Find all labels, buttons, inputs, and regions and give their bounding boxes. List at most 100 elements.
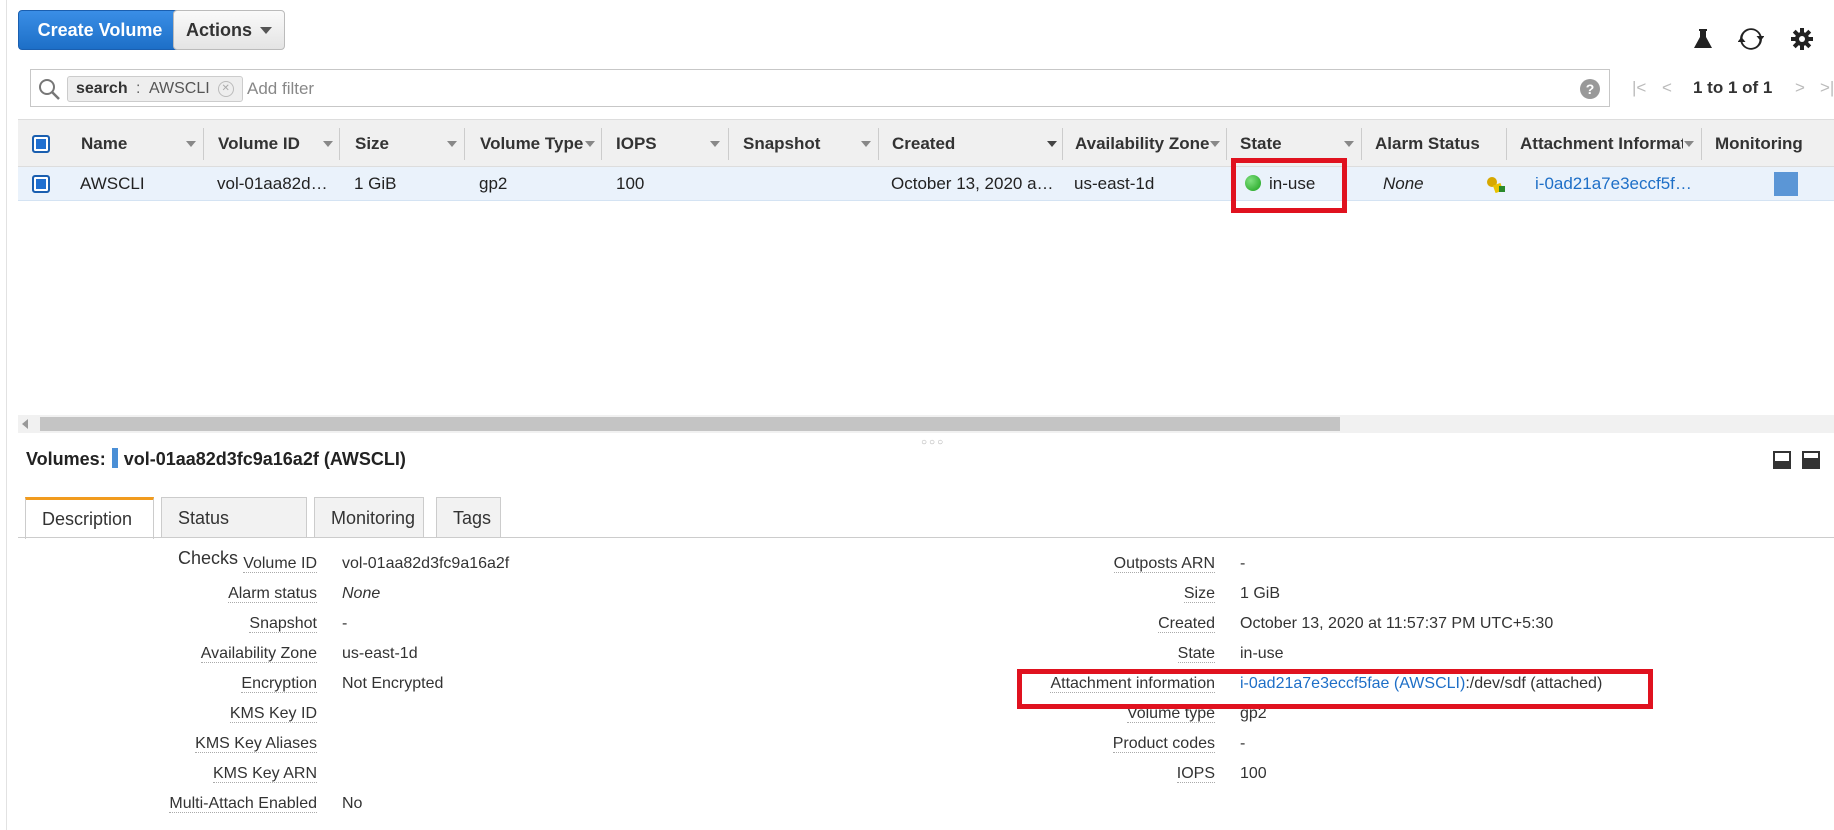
detail-prefix: Volumes:	[26, 449, 106, 469]
value-multi-attach: No	[342, 795, 363, 812]
value-availability-zone: us-east-1d	[342, 645, 418, 662]
col-volume-id[interactable]: Volume ID	[218, 120, 313, 168]
create-volume-button[interactable]: Create Volume	[18, 10, 182, 50]
next-page-icon[interactable]: >	[1795, 78, 1805, 98]
value-outposts-arn: -	[1240, 555, 1246, 572]
label-iops: IOPS	[1176, 765, 1215, 783]
label-state: State	[1177, 645, 1215, 663]
attachment-highlight-box	[1017, 669, 1653, 709]
horizontal-scrollbar[interactable]	[18, 415, 1834, 433]
panel-layout-half-icon[interactable]	[1802, 451, 1820, 469]
refresh-icon[interactable]	[1738, 26, 1764, 52]
value-created: October 13, 2020 at 11:57:37 PM UTC+5:30	[1240, 615, 1554, 632]
flask-icon[interactable]	[1690, 26, 1716, 52]
label-multi-attach: Multi-Attach Enabled	[169, 795, 317, 813]
cell-size: 1 GiB	[354, 174, 397, 193]
value-alarm-status: None	[342, 585, 381, 602]
filter-bar[interactable]: search : AWSCLI ✕ Add filter ?	[30, 69, 1610, 107]
actions-dropdown-button[interactable]: Actions	[173, 10, 285, 50]
search-icon	[39, 79, 60, 100]
chevron-down-icon	[260, 26, 272, 34]
table-row[interactable]: AWSCLI vol-01aa82d… 1 GiB gp2 100 Octobe…	[18, 167, 1834, 201]
help-icon[interactable]: ?	[1579, 78, 1601, 100]
label-created: Created	[1158, 615, 1215, 633]
value-volume-id: vol-01aa82d3fc9a16a2f	[342, 555, 510, 572]
label-product-codes: Product codes	[1112, 735, 1215, 753]
sort-desc-icon[interactable]	[1047, 141, 1057, 147]
tab-description[interactable]: Description	[25, 497, 154, 539]
panel-layout-bottom-icon[interactable]	[1773, 451, 1791, 469]
col-created[interactable]: Created	[892, 120, 992, 168]
cell-snapshot	[743, 167, 863, 201]
cell-volume-id: vol-01aa82d…	[217, 174, 328, 193]
cell-iops: 100	[616, 174, 645, 193]
cell-created: October 13, 2020 at…	[891, 174, 1056, 193]
pager-text: 1 to 1 of 1	[1693, 78, 1773, 97]
sort-icon[interactable]	[1684, 141, 1694, 147]
value-product-codes: -	[1240, 735, 1246, 752]
col-iops[interactable]: IOPS	[616, 120, 696, 168]
sort-icon[interactable]	[585, 141, 595, 147]
cell-attachment-link[interactable]: i-0ad21a7e3eccf5fae…	[1535, 167, 1700, 201]
create-alarm-icon[interactable]	[1485, 174, 1507, 196]
filter-chip[interactable]: search : AWSCLI ✕	[67, 76, 243, 102]
value-iops: 100	[1240, 765, 1267, 782]
label-outposts-arn: Outposts ARN	[1113, 555, 1215, 573]
filter-chip-value: AWSCLI	[148, 80, 210, 97]
tab-status-checks[interactable]: Status Checks	[161, 497, 307, 568]
sort-icon[interactable]	[861, 141, 871, 147]
filter-chip-separator: :	[131, 80, 145, 97]
monitoring-graph-icon[interactable]	[1774, 172, 1798, 196]
sort-icon[interactable]	[1210, 141, 1220, 147]
label-kms-key-aliases: KMS Key Aliases	[195, 735, 317, 753]
tab-monitoring[interactable]: Monitoring	[314, 497, 424, 537]
sort-icon[interactable]	[186, 141, 196, 147]
gear-icon[interactable]	[1789, 26, 1815, 52]
sort-icon[interactable]	[447, 141, 457, 147]
label-kms-key-id: KMS Key ID	[229, 705, 317, 723]
first-page-icon[interactable]: |<	[1632, 78, 1646, 98]
detail-title: Volumes: vol-01aa82d3fc9a16a2f (AWSCLI)	[26, 448, 406, 470]
page-edge	[6, 0, 7, 830]
sort-icon[interactable]	[710, 141, 720, 147]
col-availability-zone[interactable]: Availability Zone	[1075, 120, 1210, 168]
resize-handle-icon[interactable]: ○○○	[921, 437, 945, 448]
value-state: in-use	[1240, 645, 1284, 662]
sort-icon[interactable]	[1344, 141, 1354, 147]
col-monitoring[interactable]: Monitoring	[1715, 120, 1825, 168]
col-size[interactable]: Size	[355, 120, 435, 168]
actions-label: Actions	[185, 19, 252, 40]
label-alarm-status: Alarm status	[228, 585, 317, 603]
row-checkbox[interactable]	[32, 175, 50, 193]
filter-chip-key: search	[76, 80, 128, 97]
value-encryption: Not Encrypted	[342, 675, 444, 692]
label-encryption: Encryption	[241, 675, 317, 693]
cell-availability-zone: us-east-1d	[1074, 174, 1155, 193]
remove-chip-icon[interactable]: ✕	[217, 81, 234, 97]
col-volume-type[interactable]: Volume Type	[480, 120, 600, 168]
prev-page-icon[interactable]: <	[1662, 78, 1672, 98]
tab-tags[interactable]: Tags	[436, 497, 501, 537]
col-name[interactable]: Name	[81, 120, 181, 168]
scroll-left-icon[interactable]	[22, 419, 28, 429]
filter-input[interactable]: Add filter	[247, 79, 314, 99]
tab-divider	[18, 537, 1834, 538]
label-availability-zone: Availability Zone	[200, 645, 317, 663]
label-size: Size	[1183, 585, 1215, 603]
col-attachment-information[interactable]: Attachment Informatio	[1520, 120, 1683, 168]
table-header: Name Volume ID Size Volume Type IOPS Sna…	[18, 119, 1834, 167]
select-all-checkbox[interactable]	[32, 135, 50, 153]
last-page-icon[interactable]: >|	[1820, 78, 1834, 98]
col-alarm-status[interactable]: Alarm Status	[1375, 120, 1495, 168]
detail-volume-title: vol-01aa82d3fc9a16a2f (AWSCLI)	[123, 449, 406, 469]
label-snapshot: Snapshot	[249, 615, 317, 633]
sort-icon[interactable]	[323, 141, 333, 147]
value-snapshot-link[interactable]: -	[342, 615, 347, 633]
col-snapshot[interactable]: Snapshot	[743, 120, 843, 168]
scrollbar-thumb[interactable]	[40, 417, 1340, 431]
cell-alarm: None	[1383, 174, 1424, 193]
cell-volume-type: gp2	[479, 174, 508, 193]
svg-text:?: ?	[1586, 81, 1595, 97]
cell-name: AWSCLI	[80, 174, 145, 193]
selection-marker	[111, 448, 118, 468]
